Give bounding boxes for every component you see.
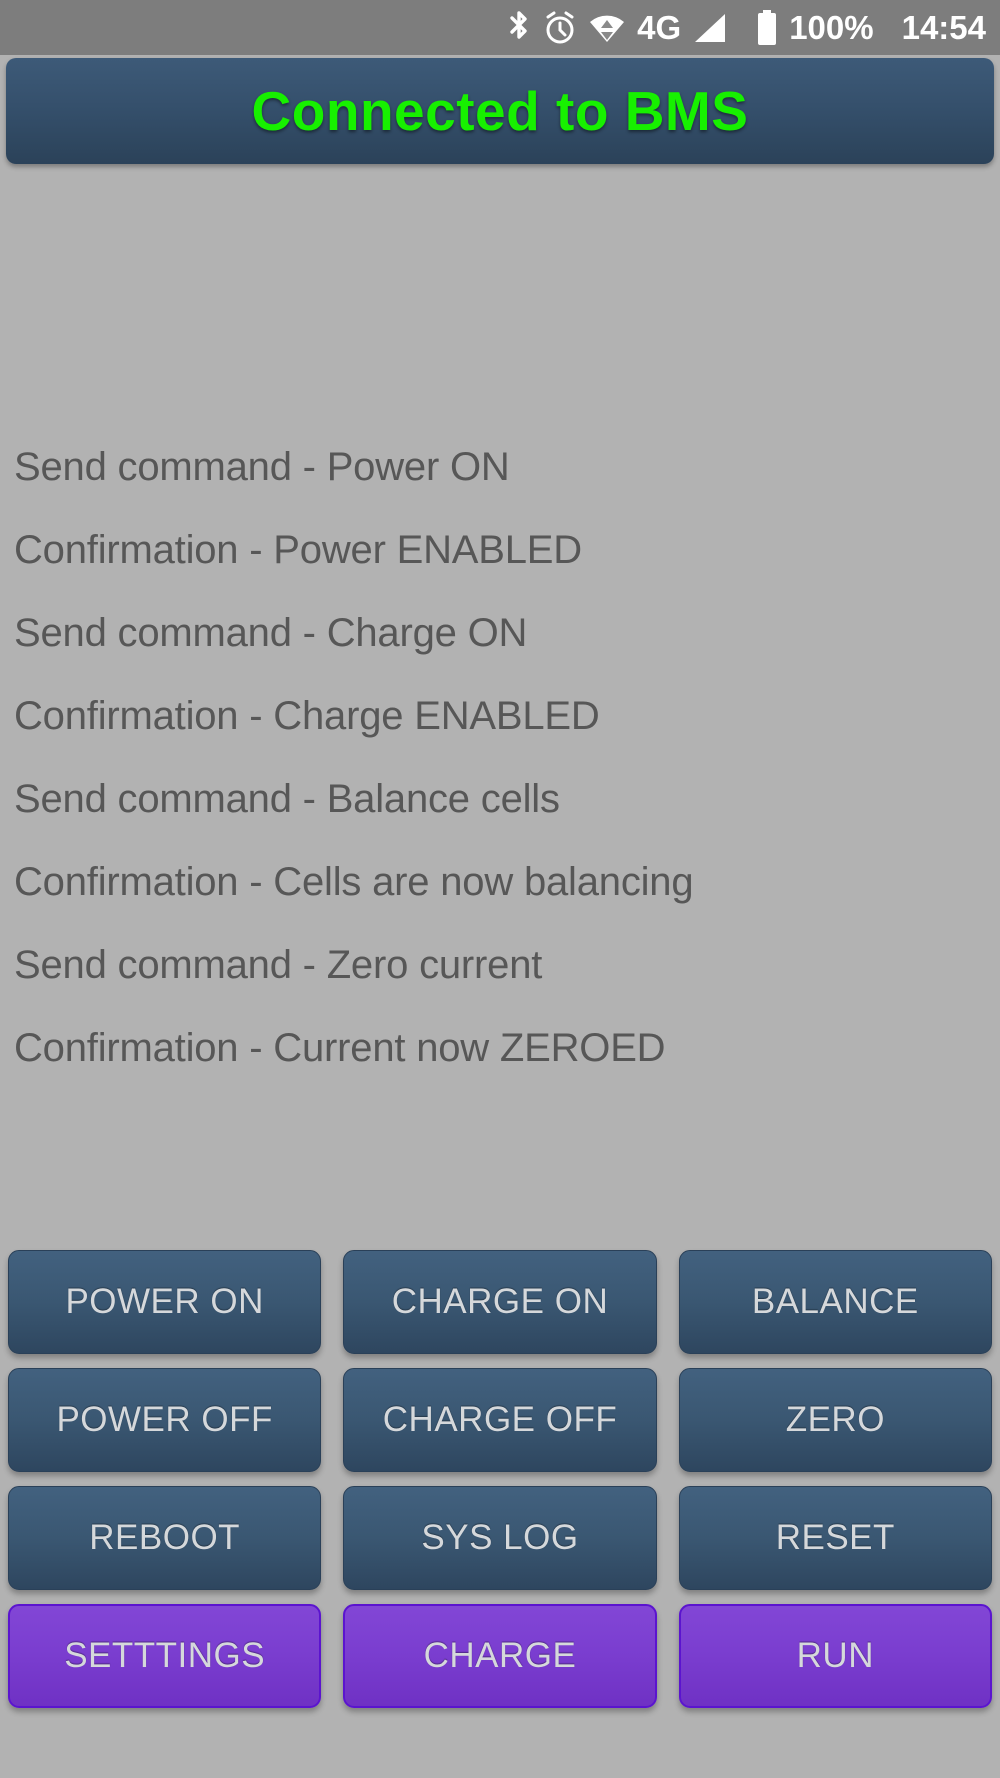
battery-percent-label: 100%	[789, 9, 874, 46]
charge-off-button[interactable]: CHARGE OFF	[343, 1368, 657, 1472]
charge-button[interactable]: CHARGE	[343, 1604, 657, 1708]
log-line: Send command - Charge ON	[14, 611, 528, 655]
button-row-3: REBOOT SYS LOG RESET	[0, 1486, 1000, 1590]
status-bar[interactable]: 4G 100% 14:54	[0, 0, 1000, 55]
button-label: POWER OFF	[56, 1400, 273, 1439]
button-label: RUN	[796, 1636, 874, 1675]
button-row-4: SETTTINGS CHARGE RUN	[0, 1604, 1000, 1708]
log-line: Send command - Power ON	[14, 445, 510, 489]
button-label: POWER ON	[65, 1282, 264, 1321]
signal-strength-icon	[692, 12, 728, 44]
button-row-2: POWER OFF CHARGE OFF ZERO	[0, 1368, 1000, 1472]
page-title: Connected to BMS	[251, 80, 749, 142]
button-label: ZERO	[785, 1400, 885, 1439]
button-label: SYS LOG	[421, 1518, 579, 1557]
button-label: SETTTINGS	[64, 1636, 266, 1675]
run-button[interactable]: RUN	[678, 1604, 992, 1708]
battery-full-icon	[756, 9, 778, 47]
command-log[interactable]: Send command - Power ON Confirmation - P…	[0, 426, 1000, 1090]
button-row-1: POWER ON CHARGE ON BALANCE	[0, 1250, 1000, 1354]
charge-on-button[interactable]: CHARGE ON	[343, 1250, 657, 1354]
button-label: BALANCE	[751, 1282, 919, 1321]
reset-button[interactable]: RESET	[678, 1486, 992, 1590]
alarm-clock-icon	[543, 10, 577, 46]
log-line: Send command - Zero current	[14, 943, 543, 987]
connection-status-bar: Connected to BMS	[6, 58, 994, 164]
log-line: Send command - Balance cells	[14, 777, 560, 821]
clock-label: 14:54	[901, 9, 986, 46]
settings-button[interactable]: SETTTINGS	[8, 1604, 322, 1708]
power-off-button[interactable]: POWER OFF	[8, 1368, 322, 1472]
button-label: CHARGE ON	[391, 1282, 609, 1321]
button-label: REBOOT	[89, 1518, 241, 1557]
reboot-button[interactable]: REBOOT	[8, 1486, 322, 1590]
button-label: RESET	[775, 1518, 895, 1557]
power-on-button[interactable]: POWER ON	[8, 1250, 322, 1354]
sys-log-button[interactable]: SYS LOG	[343, 1486, 657, 1590]
log-line: Confirmation - Current now ZEROED	[14, 1026, 666, 1070]
bluetooth-icon	[506, 9, 532, 47]
button-label: CHARGE	[423, 1636, 577, 1675]
log-line: Confirmation - Cells are now balancing	[14, 860, 694, 904]
network-type-label: 4G	[637, 9, 682, 46]
log-line: Confirmation - Power ENABLED	[14, 528, 582, 572]
log-line: Confirmation - Charge ENABLED	[14, 694, 600, 738]
balance-button[interactable]: BALANCE	[678, 1250, 992, 1354]
zero-button[interactable]: ZERO	[678, 1368, 992, 1472]
button-label: CHARGE OFF	[382, 1400, 618, 1439]
wifi-data-transfer-icon	[588, 11, 626, 45]
control-button-grid: POWER ON CHARGE ON BALANCE POWER OFF CHA…	[0, 1250, 1000, 1722]
